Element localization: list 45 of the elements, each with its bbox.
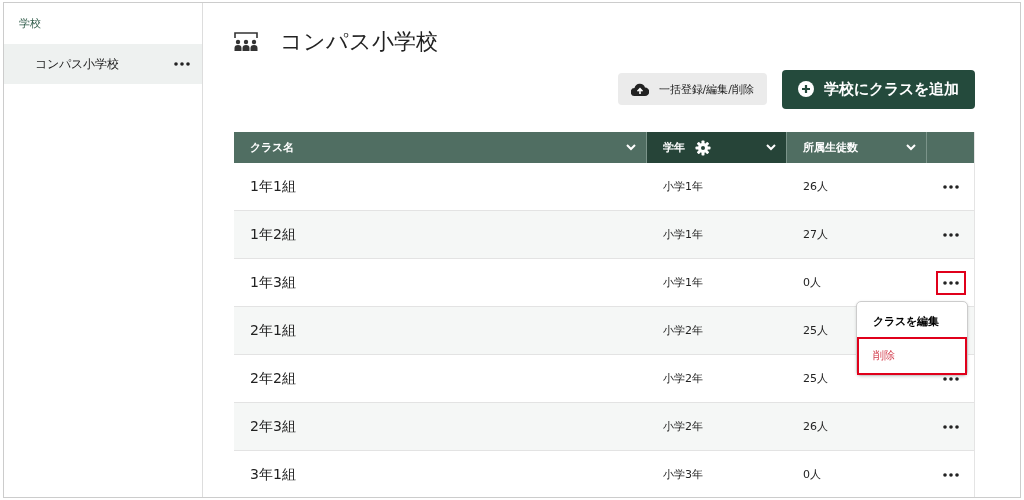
table-cell: 小学1年 [663,228,703,241]
menu-item[interactable]: 削除 [857,337,967,375]
table-cell: 1年2組 [250,225,296,242]
table-cell: 3年1組 [250,465,296,482]
table-cell: 25人 [803,372,828,385]
sidebar-heading: 学校 [18,16,42,32]
table-cell: 25人 [803,324,828,337]
more-icon [943,280,959,285]
cloud-upload-icon [630,82,649,96]
table-cell: 2年2組 [250,369,296,386]
more-icon [943,472,959,477]
table-cell: 0人 [803,276,821,289]
table-cell: 0人 [803,468,821,481]
table-cell: 1年3組 [250,273,296,290]
chevron-down-icon [906,144,916,151]
table-cell: 小学1年 [663,180,703,193]
page-title: コンパス小学校 [280,28,438,56]
more-icon [174,62,190,66]
more-icon [943,376,959,381]
sidebar-item[interactable]: コンパス小学校 [4,44,202,84]
more-icon [943,184,959,189]
table-cell: 1年1組 [250,177,296,194]
table-cell: 27人 [803,228,828,241]
column-header[interactable]: クラス名 [234,132,647,163]
table-cell: 小学2年 [663,324,703,337]
column-header[interactable]: 所属生徒数 [787,132,927,163]
classroom-icon [234,32,258,52]
table-cell: 小学1年 [663,276,703,289]
table-cell: 2年3組 [250,417,296,434]
column-header[interactable]: 学年 [647,132,787,163]
chevron-down-icon [626,144,636,151]
table-cell: 小学2年 [663,420,703,433]
table-cell: 2年1組 [250,321,296,338]
table-cell: 小学3年 [663,468,703,481]
add-class-button[interactable]: 学校にクラスを追加 [782,69,975,109]
table-cell: 26人 [803,180,828,193]
chevron-down-icon [766,144,776,151]
plus-circle-icon [798,81,814,97]
more-icon [943,232,959,237]
table-cell: 小学2年 [663,372,703,385]
menu-item[interactable]: クラスを編集 [857,308,967,337]
bulk-upload-button[interactable]: 一括登録/編集/削除 [617,73,767,105]
column-header [927,132,974,163]
table-cell: 26人 [803,420,828,433]
more-icon [943,424,959,429]
